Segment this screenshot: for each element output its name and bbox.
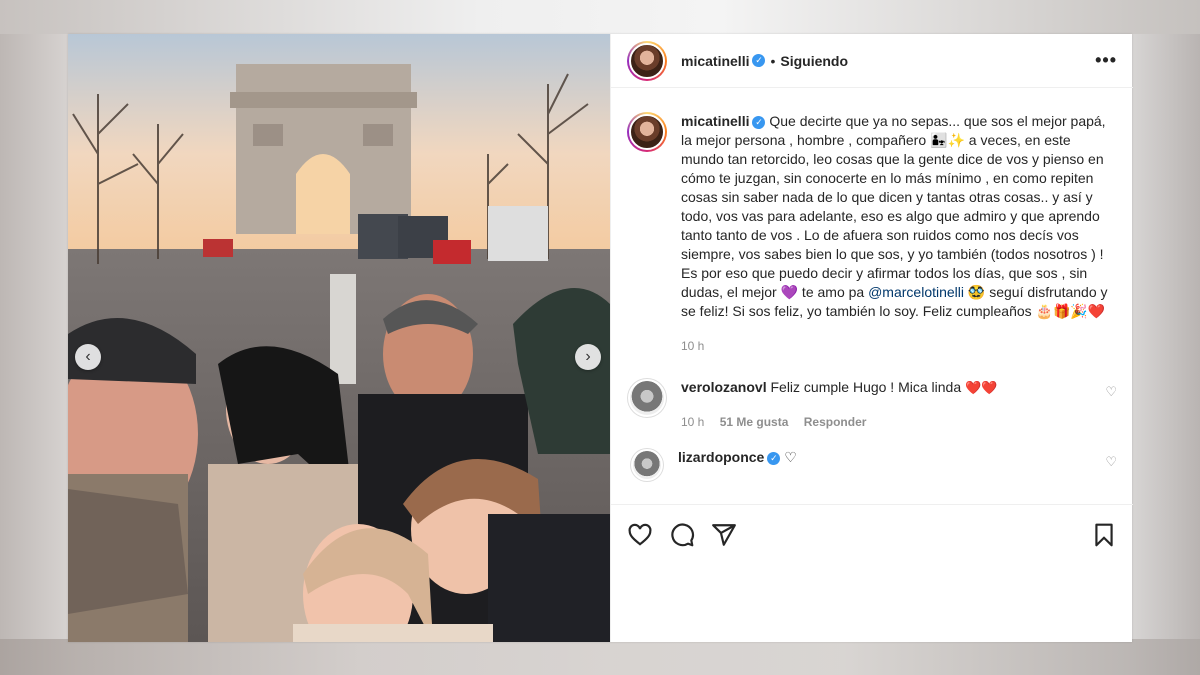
comment-likes[interactable]: 51 Me gusta [720, 415, 789, 429]
post-photo: ‹ › [68, 34, 610, 642]
save-bookmark-icon[interactable] [1091, 522, 1117, 548]
action-bar [611, 504, 1133, 564]
comment-item: verolozanovl Feliz cumple Hugo ! Mica li… [627, 378, 1117, 432]
more-options-icon[interactable]: ••• [1095, 50, 1117, 71]
comment-username[interactable]: lizardoponce [678, 449, 764, 465]
comment-body: lizardoponce ✓ ♡ [678, 448, 1117, 482]
comment-timestamp[interactable]: 10 h [681, 415, 704, 429]
comment-item: lizardoponce ✓ ♡ ♡ [627, 448, 1117, 482]
caption-body: micatinelli ✓ Que decirte que ya no sepas… [681, 112, 1117, 356]
comments-section[interactable]: micatinelli ✓ Que decirte que ya no sepas… [611, 88, 1133, 503]
comment-like-heart-icon[interactable]: ♡ [1105, 454, 1117, 470]
author-username[interactable]: micatinelli [681, 53, 749, 69]
verified-badge-icon: ✓ [767, 451, 781, 465]
caption-text: Que decirte que ya no sepas... que sos e… [681, 113, 1106, 300]
follow-status-button[interactable]: Siguiendo [780, 53, 848, 69]
caption: micatinelli ✓ Que decirte que ya no sepas… [627, 112, 1117, 356]
comment-meta: 10 h 51 Me gusta Responder [681, 413, 1117, 432]
like-heart-icon[interactable] [627, 522, 653, 548]
comment-username[interactable]: verolozanovl [681, 379, 767, 395]
comment-avatar[interactable] [627, 378, 667, 418]
caption-username[interactable]: micatinelli [681, 113, 749, 129]
post-header: micatinelli ✓ • Siguiendo ••• [611, 34, 1133, 88]
photo-illustration [68, 34, 610, 642]
post-sidebar: micatinelli ✓ • Siguiendo ••• micatinell… [610, 34, 1133, 642]
comment-text: Feliz cumple Hugo ! Mica linda [770, 379, 962, 395]
caption-avatar[interactable] [627, 112, 667, 152]
comment-body: verolozanovl Feliz cumple Hugo ! Mica li… [681, 378, 1117, 432]
share-send-icon[interactable] [711, 522, 737, 548]
comment-text: ♡ [784, 449, 797, 465]
comment-like-heart-icon[interactable]: ♡ [1105, 384, 1117, 400]
comment-avatar[interactable] [630, 448, 664, 482]
separator-dot: • [770, 52, 776, 69]
verified-badge-icon: ✓ [752, 54, 766, 67]
background-top [0, 0, 1200, 34]
comment-emoji: ❤️❤️ [965, 380, 998, 395]
verified-badge-icon: ✓ [752, 115, 766, 129]
carousel-next-button[interactable]: › [575, 344, 601, 370]
instagram-post: ‹ › micatinelli ✓ • Siguiendo ••• micati… [68, 34, 1133, 642]
caption-mention-link[interactable]: @marcelotinelli [868, 284, 964, 300]
background-bottom [0, 639, 1200, 675]
comment-bubble-icon[interactable] [669, 522, 695, 548]
caption-timestamp[interactable]: 10 h [681, 337, 1117, 356]
carousel-prev-button[interactable]: ‹ [75, 344, 101, 370]
author-avatar[interactable] [627, 40, 667, 81]
reply-button[interactable]: Responder [804, 415, 867, 429]
